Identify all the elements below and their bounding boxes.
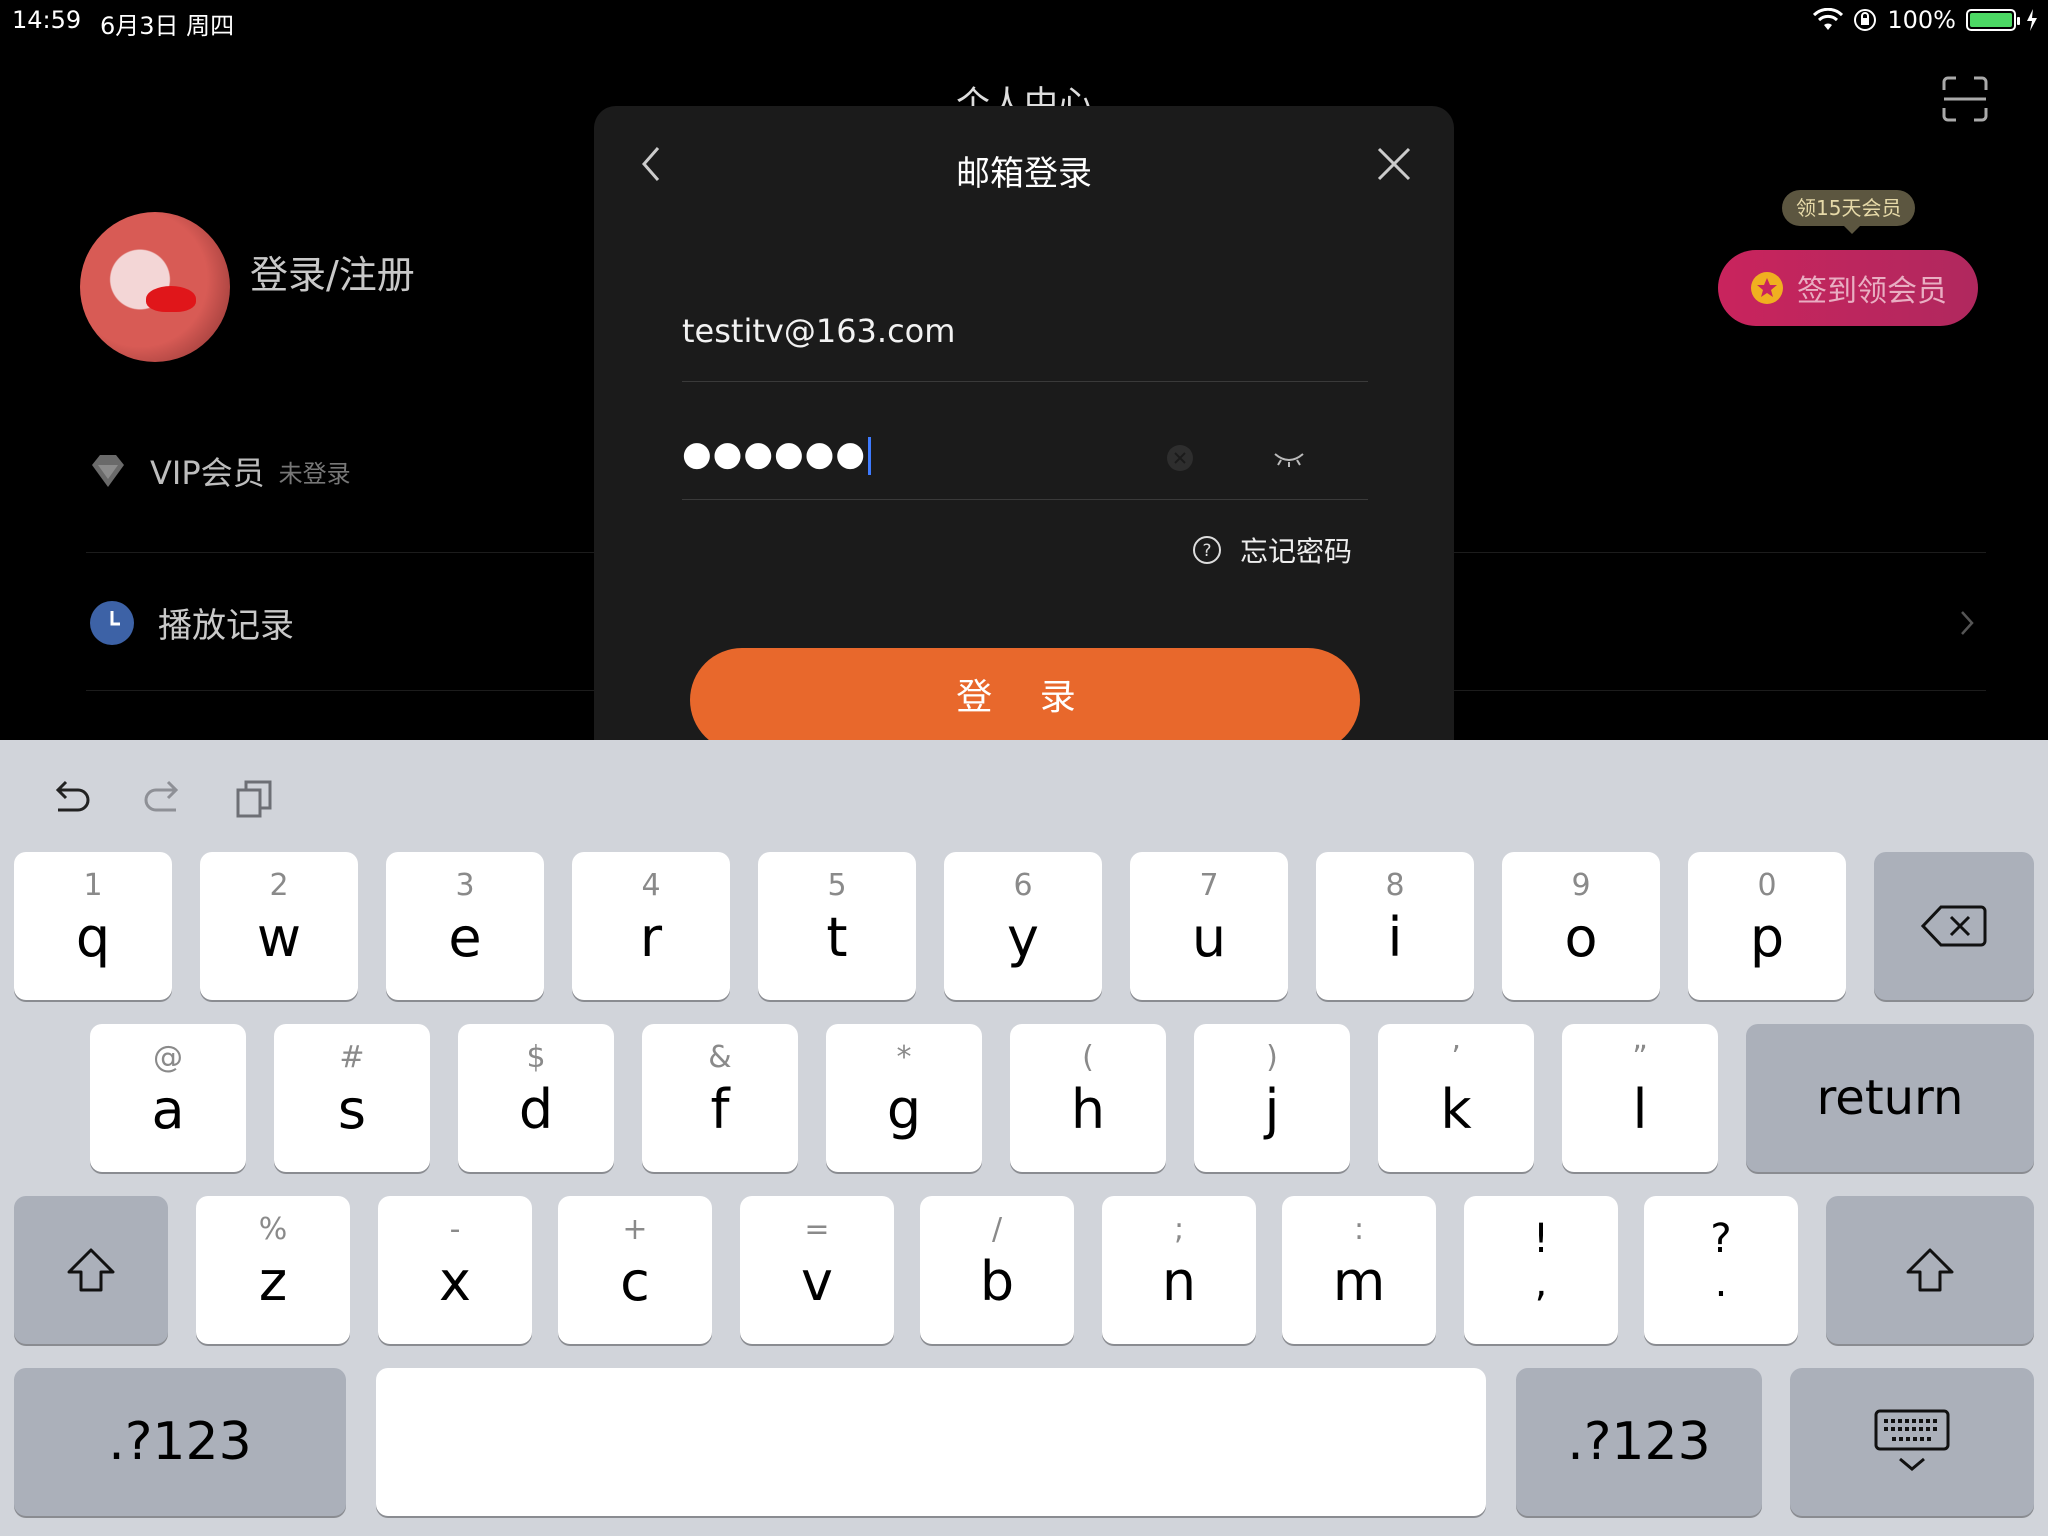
shift-icon <box>1906 1248 1954 1292</box>
key-u[interactable]: 7u <box>1130 852 1288 1000</box>
keyboard: 1q 2w 3e 4r 5t 6y 7u 8i 9o 0p @ a # s $ d &… <box>0 740 2048 1536</box>
key-w[interactable]: 2w <box>200 852 358 1000</box>
shift-icon <box>67 1248 115 1292</box>
space-key[interactable] <box>376 1368 1486 1516</box>
key-q[interactable]: 1q <box>14 852 172 1000</box>
key-r[interactable]: 4r <box>572 852 730 1000</box>
backspace-icon <box>1921 905 1987 947</box>
key-d[interactable]: $ d <box>458 1024 614 1172</box>
password-field[interactable]: ●●●●●● <box>682 416 1368 500</box>
svg-text:?: ? <box>1202 541 1211 561</box>
checkin-vip-button[interactable]: 签到领会员 <box>1718 250 1978 326</box>
shift-key-left[interactable] <box>14 1196 168 1344</box>
page-title: 个人中心 <box>956 84 1092 106</box>
undo-icon[interactable] <box>48 776 94 822</box>
vip-status: 未登录 <box>278 459 351 488</box>
wifi-icon <box>1813 8 1844 30</box>
eye-closed-icon[interactable] <box>1272 448 1306 468</box>
key-t[interactable]: 5t <box>758 852 916 1000</box>
email-field[interactable]: testitv@163.com <box>682 302 1368 382</box>
key-f[interactable]: & f <box>642 1024 798 1172</box>
key-p[interactable]: 0p <box>1688 852 1846 1000</box>
key-m[interactable]: :m <box>1282 1196 1436 1344</box>
status-bar: 14:59 6月3日 周四 100% <box>0 0 2048 40</box>
star-coin-icon <box>1751 272 1783 304</box>
key-l[interactable]: ” l <box>1562 1024 1718 1172</box>
email-value: testitv@163.com <box>682 312 956 350</box>
key-s[interactable]: # s <box>274 1024 430 1172</box>
history-label: 播放记录 <box>158 606 294 646</box>
key-h[interactable]: (h <box>1010 1024 1166 1172</box>
keyboard-dismiss-icon <box>1874 1409 1950 1471</box>
avatar[interactable] <box>80 212 230 362</box>
battery-percent: 100% <box>1887 6 1956 34</box>
key-question-period[interactable]: ?. <box>1644 1196 1798 1344</box>
clear-icon[interactable] <box>1166 444 1194 472</box>
scan-icon[interactable] <box>1942 76 1988 122</box>
battery-icon <box>1966 9 2020 31</box>
key-z[interactable]: % z <box>196 1196 350 1344</box>
orientation-lock-icon <box>1854 9 1877 31</box>
key-k[interactable]: ’ k <box>1378 1024 1534 1172</box>
dismiss-keyboard-key[interactable] <box>1790 1368 2034 1516</box>
help-icon: ? <box>1193 536 1221 564</box>
charging-icon <box>2027 9 2037 31</box>
return-key[interactable]: return <box>1746 1024 2034 1172</box>
numbers-key-right[interactable]: .?123 <box>1516 1368 1762 1516</box>
text-caret <box>868 436 872 475</box>
clock-icon <box>90 600 134 645</box>
key-n[interactable]: ; n <box>1102 1196 1256 1344</box>
key-y[interactable]: 6y <box>944 852 1102 1000</box>
checkin-label: 签到领会员 <box>1797 274 1947 309</box>
delete-key[interactable] <box>1874 852 2034 1000</box>
key-x[interactable]: -x <box>378 1196 532 1344</box>
modal-title: 邮箱登录 <box>956 154 1092 194</box>
forgot-password-link[interactable]: ? 忘记密码 <box>1192 530 1352 570</box>
close-icon[interactable] <box>1376 146 1412 182</box>
numbers-key-left[interactable]: .?123 <box>14 1368 346 1516</box>
shift-key-right[interactable] <box>1826 1196 2034 1344</box>
key-c[interactable]: + c <box>558 1196 712 1344</box>
status-time: 14:59 <box>12 6 82 34</box>
vip-label: VIP会员 <box>150 454 265 492</box>
key-o[interactable]: 9o <box>1502 852 1660 1000</box>
chevron-right-icon[interactable] <box>1956 608 1978 638</box>
login-button[interactable]: 登 录 <box>690 648 1360 752</box>
key-e[interactable]: 3e <box>386 852 544 1000</box>
avatar-eye <box>146 286 196 312</box>
diamond-icon <box>92 455 124 487</box>
login-register-link[interactable]: 登录/注册 <box>250 244 415 299</box>
key-i[interactable]: 8i <box>1316 852 1474 1000</box>
promo-badge: 领15天会员 <box>1782 190 1916 234</box>
history-row[interactable]: 播放记录 <box>88 598 294 647</box>
key-j[interactable]: ) j <box>1194 1024 1350 1172</box>
email-login-modal: 邮箱登录 testitv@163.com ●●●●●● ? 忘记密码 登 录 <box>594 106 1454 766</box>
vip-row[interactable]: VIP会员 未登录 <box>88 448 351 494</box>
redo-icon[interactable] <box>140 776 186 822</box>
key-exclamation-comma[interactable]: !, <box>1464 1196 1618 1344</box>
key-g[interactable]: * g <box>826 1024 982 1172</box>
paste-icon[interactable] <box>232 776 278 822</box>
status-right: 100% <box>1813 6 2038 34</box>
forgot-password-label: 忘记密码 <box>1240 535 1353 568</box>
key-v[interactable]: = v <box>740 1196 894 1344</box>
password-value: ●●●●●● <box>682 434 872 475</box>
key-b[interactable]: / b <box>920 1196 1074 1344</box>
status-date: 6月3日 周四 <box>100 12 235 40</box>
key-a[interactable]: @ a <box>90 1024 246 1172</box>
